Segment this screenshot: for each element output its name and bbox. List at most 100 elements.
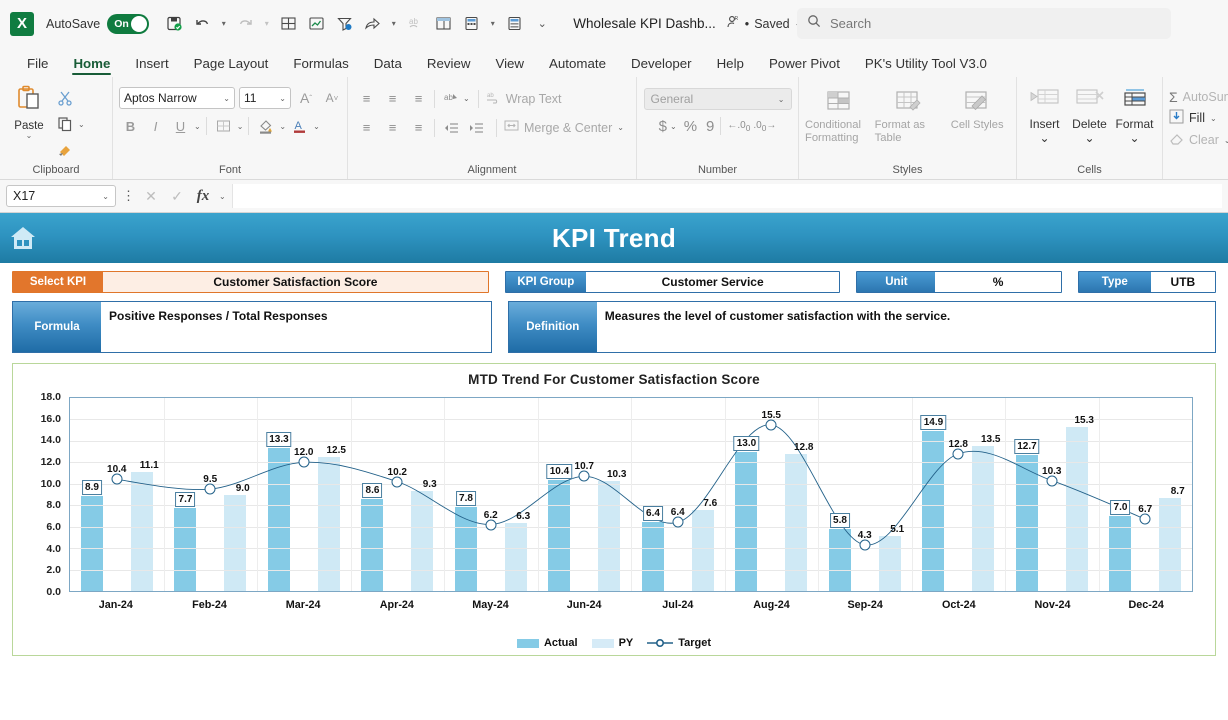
target-marker[interactable] xyxy=(859,539,871,551)
chart-icon[interactable] xyxy=(303,11,329,37)
merge-dropdown-icon[interactable]: ⌄ xyxy=(617,123,624,132)
target-marker[interactable] xyxy=(298,456,310,468)
shrink-font-icon[interactable]: A ˅ xyxy=(321,87,343,109)
paste-dropdown-icon[interactable]: ⌄ xyxy=(26,132,33,140)
font-size-select[interactable]: 11 ⌄ xyxy=(239,87,291,109)
copy-dropdown-icon[interactable]: ⌄ xyxy=(78,120,85,129)
grow-font-icon[interactable]: Aˆ xyxy=(295,87,317,109)
currency-dropdown-icon[interactable]: ⌄ xyxy=(670,122,677,131)
target-marker[interactable] xyxy=(1046,475,1058,487)
decrease-indent-icon[interactable] xyxy=(438,116,463,139)
autosave-toggle[interactable]: On xyxy=(107,13,150,34)
increase-decimal-icon[interactable]: ←.00 xyxy=(727,120,750,133)
delete-dropdown-icon[interactable]: ⌄ xyxy=(1084,131,1094,145)
format-as-table-button[interactable]: Format as Table xyxy=(875,87,941,145)
format-dropdown-icon[interactable]: ⌄ xyxy=(1129,131,1139,145)
clear-button[interactable]: Clear ⌄ xyxy=(1169,129,1228,151)
calculate-icon[interactable] xyxy=(458,11,484,37)
merge-center-button[interactable]: Merge & Center ⌄ xyxy=(500,117,628,138)
insert-dropdown-icon[interactable]: ⌄ xyxy=(1039,131,1049,145)
target-marker[interactable] xyxy=(578,470,590,482)
target-marker[interactable] xyxy=(391,476,403,488)
tab-automate[interactable]: Automate xyxy=(538,53,617,77)
font-color-dropdown-icon[interactable]: ⌄ xyxy=(313,122,320,131)
conditional-formatting-button[interactable]: Conditional Formatting xyxy=(805,87,871,145)
orientation-dropdown-icon[interactable]: ⌄ xyxy=(463,94,470,103)
tab-page-layout[interactable]: Page Layout xyxy=(183,53,280,77)
target-marker[interactable] xyxy=(765,419,777,431)
target-marker[interactable] xyxy=(485,519,497,531)
percent-icon[interactable]: % xyxy=(684,118,697,135)
comma-style-icon[interactable]: 9 xyxy=(706,118,714,135)
copy-icon[interactable] xyxy=(52,112,78,136)
calculate-dropdown-icon[interactable]: ▾ xyxy=(486,11,499,37)
name-box[interactable]: X17 ⌄ xyxy=(6,185,116,207)
chevron-down-icon[interactable]: ⌄ xyxy=(279,94,286,103)
decrease-decimal-icon[interactable]: .00→ xyxy=(753,120,776,133)
target-marker[interactable] xyxy=(672,516,684,528)
borders-icon[interactable] xyxy=(275,11,301,37)
align-top-icon[interactable]: ≡ xyxy=(354,87,379,110)
search-box[interactable]: Search xyxy=(797,8,1171,39)
undo-icon[interactable] xyxy=(189,11,215,37)
currency-icon[interactable]: $ xyxy=(659,118,667,135)
tab-pk-utility-tool[interactable]: PK's Utility Tool V3.0 xyxy=(854,53,998,77)
clear-dropdown-icon[interactable]: ⌄ xyxy=(1224,136,1228,145)
target-marker[interactable] xyxy=(952,448,964,460)
saved-status-group[interactable]: R • Saved ⌄ xyxy=(726,15,801,32)
fill-button[interactable]: Fill ⌄ xyxy=(1169,107,1217,129)
calculate-sheet-icon[interactable] xyxy=(501,11,527,37)
bold-button[interactable]: B xyxy=(119,115,142,137)
chevron-down-icon[interactable]: ⌄ xyxy=(223,94,230,103)
font-color-icon[interactable]: A xyxy=(288,115,311,137)
fill-color-icon[interactable] xyxy=(254,115,277,137)
align-left-icon[interactable]: ≡ xyxy=(354,116,379,139)
select-kpi-field[interactable]: Select KPI Customer Satisfaction Score xyxy=(12,271,489,293)
target-marker[interactable] xyxy=(111,473,123,485)
format-painter-icon[interactable] xyxy=(52,138,78,162)
italic-button[interactable]: I xyxy=(144,115,167,137)
tab-developer[interactable]: Developer xyxy=(620,53,703,77)
share-icon[interactable] xyxy=(359,11,385,37)
align-right-icon[interactable]: ≡ xyxy=(406,116,431,139)
undo-dropdown-icon[interactable]: ▾ xyxy=(217,11,230,37)
tab-insert[interactable]: Insert xyxy=(124,53,179,77)
select-kpi-value[interactable]: Customer Satisfaction Score xyxy=(103,272,488,292)
tab-formulas[interactable]: Formulas xyxy=(282,53,359,77)
tab-power-pivot[interactable]: Power Pivot xyxy=(758,53,851,77)
insert-cells-button[interactable]: Insert ⌄ xyxy=(1023,85,1066,145)
underline-button[interactable]: U xyxy=(169,115,192,137)
borders-dropdown-icon[interactable]: ⌄ xyxy=(237,122,244,131)
cancel-icon[interactable]: ✕ xyxy=(141,188,161,205)
saved-label[interactable]: Saved xyxy=(754,17,789,31)
target-marker[interactable] xyxy=(1139,513,1151,525)
save-icon[interactable] xyxy=(161,11,187,37)
document-title[interactable]: Wholesale KPI Dashb... xyxy=(573,16,716,31)
chevron-down-icon[interactable]: ⌄ xyxy=(102,192,109,201)
underline-dropdown-icon[interactable]: ⌄ xyxy=(194,122,201,131)
paste-button[interactable]: Paste ⌄ xyxy=(6,81,52,140)
customize-qat-icon[interactable]: ⌄ xyxy=(529,11,555,37)
align-middle-icon[interactable]: ≡ xyxy=(380,87,405,110)
legend-item-target[interactable]: Target xyxy=(647,637,711,649)
home-icon[interactable] xyxy=(8,223,38,253)
tab-review[interactable]: Review xyxy=(416,53,482,77)
fx-icon[interactable]: fx xyxy=(193,188,213,205)
tab-help[interactable]: Help xyxy=(706,53,755,77)
align-center-icon[interactable]: ≡ xyxy=(380,116,405,139)
tab-home[interactable]: Home xyxy=(62,53,121,77)
number-format-select[interactable]: General ⌄ xyxy=(643,88,792,110)
pivot-icon[interactable] xyxy=(430,11,456,37)
delete-cells-button[interactable]: Delete ⌄ xyxy=(1068,85,1111,145)
tab-data[interactable]: Data xyxy=(363,53,413,77)
fx-dropdown-icon[interactable]: ⌄ xyxy=(219,192,226,201)
cell-styles-button[interactable]: Cell Styles xyxy=(944,87,1010,132)
fill-dropdown-icon[interactable]: ⌄ xyxy=(1210,114,1217,123)
confirm-icon[interactable]: ✓ xyxy=(167,188,187,205)
tab-file[interactable]: File xyxy=(16,53,59,77)
formula-input[interactable] xyxy=(231,184,1222,208)
format-cells-button[interactable]: Format ⌄ xyxy=(1113,85,1156,145)
legend-item-py[interactable]: PY xyxy=(591,637,633,649)
borders-icon[interactable] xyxy=(212,115,235,137)
share-dropdown-icon[interactable]: ▾ xyxy=(387,11,400,37)
